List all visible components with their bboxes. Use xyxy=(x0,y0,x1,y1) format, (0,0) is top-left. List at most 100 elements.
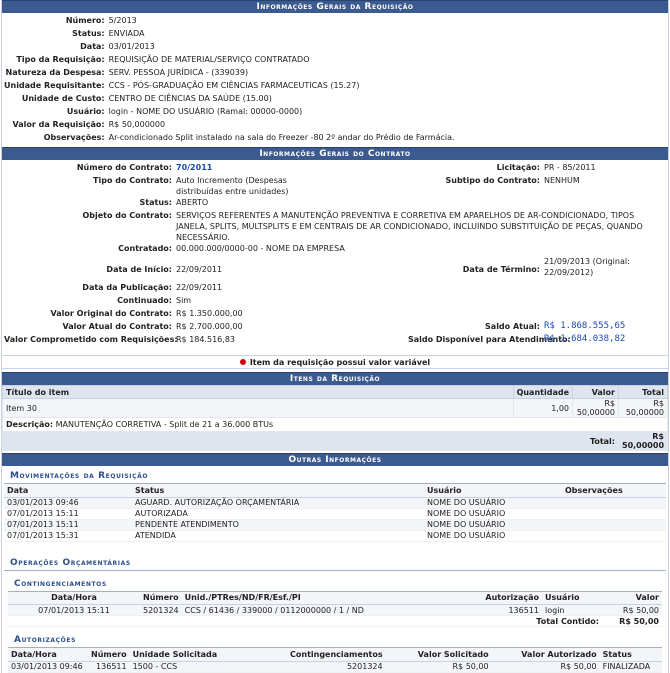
requisition-caption: Informações Gerais da Requisição xyxy=(2,0,668,13)
other-info-caption: Outras Informações xyxy=(2,453,668,466)
contract-object-label: Objeto do Contrato: xyxy=(82,211,172,220)
requisition-field-label: Tipo da Requisição: xyxy=(16,55,105,64)
movement-row: 07/01/2013 15:31 ATENDIDA NOME DO USUÁRIO xyxy=(4,530,666,542)
current-value-label: Valor Atual do Contrato: xyxy=(62,322,172,331)
current-balance-label: Saldo Atual: xyxy=(485,322,540,331)
movement-data: 03/01/2013 09:46 xyxy=(4,497,132,509)
requisition-field-value: login - NOME DO USUÁRIO (Ramal: 00000-00… xyxy=(108,107,303,116)
authorizations-title: Autorizações xyxy=(8,627,662,648)
authorizations-table: Data/Hora Número Unidade Solicitada Cont… xyxy=(8,648,662,673)
items-table: Título do item Quantidade Valor Total It… xyxy=(2,385,668,451)
movements-status-header: Status xyxy=(132,484,424,498)
budget-operations-title: Operações Orçamentárias xyxy=(4,552,666,571)
aut-date-header: Data/Hora xyxy=(8,648,88,662)
aut-number: 136511 xyxy=(88,661,130,673)
contract-subtype-label: Subtipo do Contrato: xyxy=(445,176,540,185)
requisition-row: Unidade Requisitante: CCS - PÓS-GRADUAÇÃO… xyxy=(2,80,668,93)
movement-usuario: NOME DO USUÁRIO xyxy=(424,519,562,531)
cont-unit: CCS / 61436 / 339000 / 0112000000 / 1 / … xyxy=(181,604,483,616)
requisition-field-value: ENVIADA xyxy=(108,29,145,38)
cont-authorization-header: Autorização xyxy=(482,591,542,605)
items-title-header: Título do item xyxy=(2,385,514,399)
cont-date-header: Data/Hora xyxy=(8,591,140,605)
requisition-field-label: Natureza da Despesa: xyxy=(5,68,105,77)
movement-obs xyxy=(562,497,666,509)
current-balance-value: R$ 1.868.555,65 xyxy=(544,321,626,331)
requisition-row: Unidade de Custo: CENTRO DE CIÊNCIAS DA S… xyxy=(2,93,668,106)
contract-object-value: SERVIÇOS REFERENTES A MANUTENÇÃO PREVENT… xyxy=(176,211,643,242)
contract-type-value: Auto Incremento (Despesas distribuídas e… xyxy=(176,176,289,196)
movement-row: 07/01/2013 15:11 AUTORIZADA NOME DO USUÁRI… xyxy=(4,508,666,520)
original-value: R$ 1.350.000,00 xyxy=(176,309,243,318)
movement-row: 07/01/2013 15:11 PENDENTE ATENDIMENTO NOME… xyxy=(4,519,666,531)
movements-user-header: Usuário xyxy=(424,484,562,498)
items-caption: Itens da Requisição xyxy=(2,372,668,385)
items-total-label: Total: xyxy=(2,431,619,451)
requisition-field-value: Ar-condicionado Split instalado na sala … xyxy=(108,133,455,142)
committed-value-label: Valor Comprometido com Requisições: xyxy=(4,335,178,344)
movement-data: 07/01/2013 15:11 xyxy=(4,508,132,520)
requisition-field-value: 03/01/2013 xyxy=(108,42,155,51)
requisition-row: Data: 03/01/2013 xyxy=(2,41,668,54)
requisition-field-value: R$ 50,000000 xyxy=(108,120,166,129)
movement-obs xyxy=(562,530,666,542)
items-total-header: Total xyxy=(618,385,668,399)
movement-status: AGUARD. AUTORIZAÇÃO ORÇAMENTÁRIA xyxy=(132,497,424,509)
contingencies-table: Data/Hora Número Unid./PTRes/ND/FR/Esf./… xyxy=(8,591,662,627)
contract-caption: Informações Gerais do Contrato xyxy=(2,147,668,160)
cont-number-header: Número xyxy=(140,591,182,605)
aut-cont: 5201324 xyxy=(279,661,386,673)
movements-obs-header: Observações xyxy=(562,484,666,498)
requisition-row: Observações: Ar-condicionado Split instal… xyxy=(2,132,668,145)
items-quantity-header: Quantidade xyxy=(512,385,574,399)
cont-total-value: R$ 50,00 xyxy=(602,615,662,627)
aut-date: 03/01/2013 09:46 xyxy=(8,661,88,673)
aut-unit-header: Unidade Solicitada xyxy=(129,648,280,662)
movements-table: Data Status Usuário Observações 03/01/20… xyxy=(4,484,666,542)
current-value: R$ 2.700.000,00 xyxy=(176,322,243,331)
requisition-field-label: Valor da Requisição: xyxy=(12,120,105,129)
movement-status: PENDENTE ATENDIMENTO xyxy=(132,519,424,531)
movement-obs xyxy=(562,519,666,531)
requisition-field-label: Número: xyxy=(65,16,105,25)
requisition-field-value: 5/2013 xyxy=(108,16,137,25)
cont-authorization: 136511 xyxy=(482,604,542,616)
requisition-field-label: Data: xyxy=(80,42,105,51)
aut-requested-header: Valor Solicitado xyxy=(385,648,492,662)
movements-title: Movimentações da Requisição xyxy=(4,466,666,484)
requisition-field-value: CCS - PÓS-GRADUAÇÃO EM CIÊNCIAS FARMACEU… xyxy=(108,81,360,90)
contract-status-value: ABERTO xyxy=(176,198,209,207)
movement-data: 07/01/2013 15:31 xyxy=(4,530,132,542)
contract-info-table: Número do Contrato: 70/2011 Licitação: P… xyxy=(2,162,668,347)
red-dot-icon xyxy=(239,359,246,365)
committed-value: R$ 184.516,83 xyxy=(176,335,235,344)
requisition-field-label: Unidade Requisitante: xyxy=(4,81,105,90)
licitacao-label: Licitação: xyxy=(496,163,540,172)
end-date-value: 21/09/2013 (Original: 22/09/2012) xyxy=(544,257,630,277)
items-value-header: Valor xyxy=(572,385,619,399)
aut-authorized: R$ 50,00 xyxy=(491,661,600,673)
movement-obs xyxy=(562,508,666,520)
movement-row: 03/01/2013 09:46 AGUARD. AUTORIZAÇÃO ORÇA… xyxy=(4,497,666,509)
contract-number-label: Número do Contrato: xyxy=(76,163,172,172)
requisition-row: Status: ENVIADA xyxy=(2,28,668,41)
cont-date: 07/01/2013 15:11 xyxy=(8,604,140,616)
requisition-page: Informações Gerais da Requisição Número:… xyxy=(1,0,669,673)
contracted-value: 00.000.000/0000-00 - NOME DA EMPRESA xyxy=(176,244,345,253)
cont-number: 5201324 xyxy=(140,604,182,616)
movement-status: AUTORIZADA xyxy=(132,508,424,520)
contract-number-link[interactable]: 70/2011 xyxy=(176,163,212,172)
cont-total-label: Total Contido: xyxy=(8,615,602,627)
aut-requested: R$ 50,00 xyxy=(385,661,492,673)
start-date-label: Data de Início: xyxy=(106,264,172,274)
cont-user-header: Usuário xyxy=(542,591,602,605)
contracted-label: Contratado: xyxy=(118,244,172,253)
licitacao-value: PR - 85/2011 xyxy=(544,163,596,172)
start-date-value: 22/09/2011 xyxy=(176,264,223,274)
movement-usuario: NOME DO USUÁRIO xyxy=(424,530,562,542)
item-total: R$ 50,00000 xyxy=(618,398,668,418)
item-description: MANUTENÇÃO CORRETIVA - Split de 21 a 36.… xyxy=(55,420,274,429)
continued-value: Sim xyxy=(176,296,192,305)
variable-value-text: Item da requisição possui valor variável xyxy=(249,358,431,367)
publication-date-value: 22/09/2011 xyxy=(176,283,223,292)
